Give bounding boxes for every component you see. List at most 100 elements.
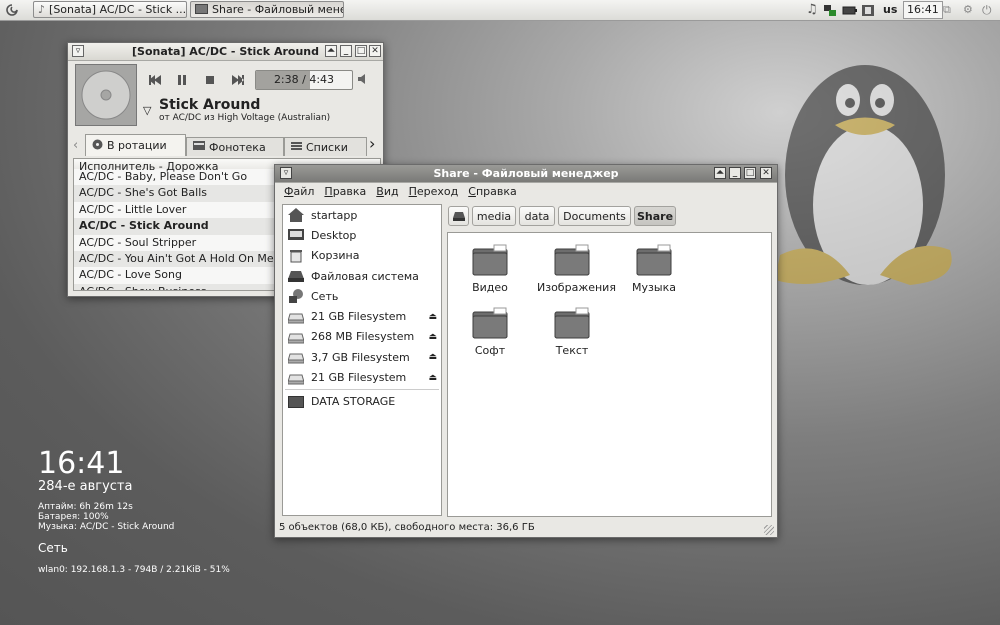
menu-item[interactable]: Справка	[468, 183, 516, 201]
folder-label: Софт	[474, 344, 506, 357]
music-note-icon[interactable]: ♫	[806, 3, 820, 17]
stop-icon[interactable]	[200, 72, 220, 88]
sidebar-bookmarks: DATA STORAGE	[283, 392, 441, 412]
sidebar-item-label: Корзина	[311, 249, 360, 263]
tabs-left-arrow-icon[interactable]: ‹	[73, 138, 78, 153]
previous-track-icon[interactable]	[145, 72, 165, 88]
tux-wallpaper-logo	[760, 45, 970, 295]
cd-icon	[81, 70, 131, 120]
sidebar-item[interactable]: Desktop	[283, 225, 441, 245]
icon-view[interactable]: Видео Изображения Музыка Софт Текст	[447, 232, 772, 517]
menu-icon[interactable]	[5, 3, 19, 17]
breadcrumb-data[interactable]: data	[519, 206, 555, 226]
filemanager-titlebar[interactable]: ▿ Share - Файловый менеджер ⏶ _ □ ✕	[275, 165, 777, 183]
conky-network-title: Сеть	[38, 541, 68, 555]
folder-icon	[554, 307, 590, 339]
conky-network-info: wlan0: 192.168.1.3 - 794B / 2.21KiB - 51…	[38, 565, 230, 575]
close-button[interactable]: ✕	[369, 45, 381, 57]
eject-icon[interactable]: ⏏	[428, 332, 437, 342]
conky-music: Музыка: AC/DC - Stick Around	[38, 522, 175, 532]
folder-item[interactable]: Текст	[537, 307, 607, 357]
menu-item[interactable]: Файл	[284, 183, 314, 201]
folder-item[interactable]: Видео	[455, 244, 525, 294]
sidebar-item-label: Desktop	[311, 228, 357, 242]
sidebar-separator	[285, 388, 439, 390]
harddisk-icon	[452, 212, 465, 221]
sidebar-item-label: DATA STORAGE	[311, 395, 396, 409]
list-icon	[291, 141, 302, 154]
pause-icon[interactable]	[172, 72, 192, 88]
task-sonata[interactable]: ♪ [Sonata] AC/DC - Stick ...	[33, 1, 187, 18]
root-drive-button[interactable]	[448, 206, 469, 226]
power-icon[interactable]: ⏻	[982, 3, 996, 17]
volume-icon[interactable]	[357, 73, 369, 88]
folder-item[interactable]: Софт	[455, 307, 525, 357]
drive-icon	[287, 330, 305, 344]
logout-icon[interactable]: ⚙	[963, 3, 977, 17]
breadcrumb-media[interactable]: media	[472, 206, 516, 226]
clock[interactable]: 16:41	[903, 1, 943, 19]
album-art[interactable]	[75, 64, 137, 126]
sonata-titlebar[interactable]: ▿ [Sonata] AC/DC - Stick Around ⏶ _ □ ✕	[68, 43, 383, 61]
next-track-icon[interactable]	[228, 72, 248, 88]
sidebar-item[interactable]: 21 GB Filesystem ⏏	[283, 367, 441, 387]
sidebar-item[interactable]: Файловая система	[283, 266, 441, 286]
window-title: Share - Файловый менеджер	[433, 167, 619, 180]
conky-battery: Батарея: 100%	[38, 512, 109, 522]
drive-icon	[287, 350, 305, 364]
conky-time: 16:41	[38, 446, 125, 481]
minimize-button[interactable]: _	[729, 167, 741, 179]
progress-time: 2:38 / 4:43	[273, 73, 335, 86]
music-note-icon: ♪	[38, 3, 46, 16]
folder-icon	[472, 244, 508, 276]
maximize-button[interactable]: □	[355, 45, 367, 57]
tab-playlists[interactable]: Списки	[284, 137, 367, 156]
expander-arrow-icon[interactable]: ▽	[143, 104, 151, 117]
sidebar-item[interactable]: Сеть	[283, 286, 441, 306]
eject-icon[interactable]: ⏏	[428, 373, 437, 383]
folder-item[interactable]: Изображения	[537, 244, 616, 294]
network-icon	[287, 288, 305, 304]
minimize-button[interactable]: _	[340, 45, 352, 57]
menu-item[interactable]: Вид	[376, 183, 398, 201]
cursor-icon[interactable]: ⧉	[943, 3, 957, 17]
shade-button[interactable]: ⏶	[325, 45, 337, 57]
folder-label: Текст	[555, 344, 589, 357]
eject-icon[interactable]: ⏏	[428, 312, 437, 322]
tab-current[interactable]: В ротации	[85, 134, 186, 156]
close-button[interactable]: ✕	[760, 167, 772, 179]
menu-item[interactable]: Правка	[324, 183, 366, 201]
disc-icon	[92, 139, 103, 153]
task-label: Share - Файловый мене...	[212, 3, 344, 16]
maximize-button[interactable]: □	[744, 167, 756, 179]
shade-button[interactable]: ⏶	[714, 167, 726, 179]
sidebar-item[interactable]: 21 GB Filesystem ⏏	[283, 306, 441, 326]
tabs-right-arrow-icon[interactable]: ›	[369, 134, 375, 153]
menu-item[interactable]: Переход	[409, 183, 459, 201]
sidebar-item[interactable]: 268 MB Filesystem ⏏	[283, 327, 441, 347]
progress-bar[interactable]: 2:38 / 4:43	[255, 70, 353, 90]
window-menu-button[interactable]: ▿	[72, 45, 84, 57]
volume-icon[interactable]	[861, 3, 875, 17]
sidebar-item[interactable]: 3,7 GB Filesystem ⏏	[283, 347, 441, 367]
tab-library[interactable]: Фонотека	[186, 137, 284, 156]
sidebar-item[interactable]: Корзина	[283, 246, 441, 266]
sidebar-item[interactable]: startapp	[283, 205, 441, 225]
resize-grip[interactable]	[764, 525, 774, 535]
sidebar-item-label: 268 MB Filesystem	[311, 330, 415, 344]
folder-item[interactable]: Музыка	[619, 244, 689, 294]
conky-date: 284-е августа	[38, 479, 133, 494]
keyboard-layout[interactable]: us	[883, 3, 897, 16]
folder-icon	[554, 244, 590, 276]
statusbar: 5 объектов (68,0 КБ), свободного места: …	[279, 522, 535, 533]
window-menu-button[interactable]: ▿	[280, 167, 292, 179]
sidebar-item[interactable]: DATA STORAGE	[283, 392, 441, 412]
task-filemanager[interactable]: Share - Файловый мене...	[190, 1, 344, 18]
network-icon[interactable]	[823, 3, 837, 17]
sidebar: startapp Desktop Корзина Файловая система Се…	[282, 204, 442, 516]
breadcrumb-documents[interactable]: Documents	[558, 206, 631, 226]
breadcrumb-share[interactable]: Share	[634, 206, 676, 226]
tab-label: Фонотека	[209, 140, 266, 154]
folder-label: Изображения	[537, 281, 616, 294]
eject-icon[interactable]: ⏏	[428, 352, 437, 362]
